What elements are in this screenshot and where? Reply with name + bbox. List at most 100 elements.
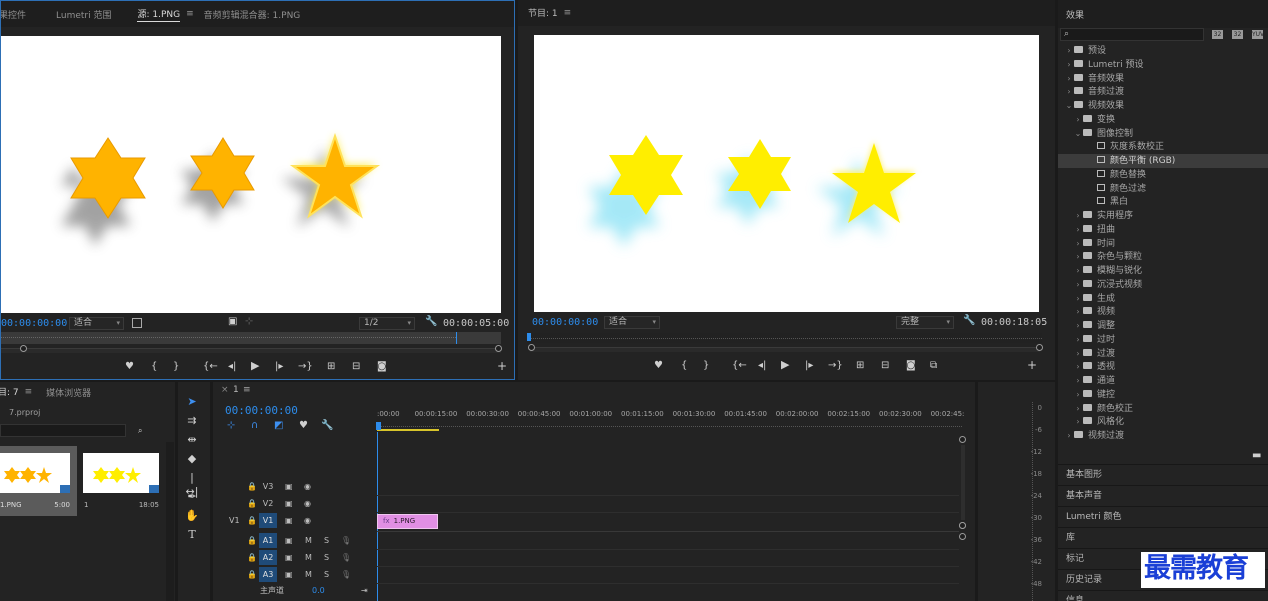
tab-menu-icon[interactable]: ≡ [186,9,194,19]
chevron-right-icon[interactable]: › [1064,85,1074,99]
effects-search-input[interactable]: ⌕ [1060,28,1204,41]
insert-icon[interactable]: ⊞ [327,362,335,372]
lock-icon[interactable]: 🔒 [247,513,257,528]
play-icon[interactable]: ▶ [781,359,789,370]
mark-out-icon[interactable]: } [173,362,179,372]
selection-tool-icon[interactable]: ➤ [185,395,199,409]
track-target-a2[interactable]: A2 [259,550,277,565]
track-target-v2[interactable]: V2 [259,496,277,511]
program-zoom-scrollbar[interactable] [530,347,1040,352]
sync-lock-icon[interactable]: ▣ [285,496,293,511]
sync-lock-icon[interactable]: ▣ [285,567,293,582]
program-zoom-handle[interactable] [528,344,535,351]
tab-sequence[interactable]: 1 [233,385,239,395]
effects-tree-item[interactable]: › 变换 [1058,113,1268,127]
effects-tree-item[interactable]: › 风格化 [1058,415,1268,429]
yuv-effects-icon[interactable]: YUV [1252,30,1264,39]
go-to-in-icon[interactable]: {← [732,361,747,371]
timeline-vscroll-lower-top[interactable] [959,522,966,529]
tab-effect-controls[interactable]: 果控件 [1,8,26,21]
effects-tree-item[interactable]: 颜色平衡 (RGB) [1058,154,1268,168]
master-volume-value[interactable]: 0.0 [312,583,325,598]
chevron-right-icon[interactable]: › [1073,360,1083,374]
wrench-icon[interactable]: 🔧 [425,317,437,327]
effects-tree-item[interactable]: › 过时 [1058,333,1268,347]
mic-icon[interactable]: 🎙 [341,550,351,565]
chevron-right-icon[interactable]: › [1073,415,1083,429]
project-item-1png[interactable]: 1.PNG 5:00 [0,446,77,516]
track-target-a1[interactable]: A1 [259,533,277,548]
panel-essential-graphics[interactable]: 基本图形 [1058,464,1268,484]
lift-icon[interactable]: ⊞ [856,361,864,371]
camera-icon[interactable]: ◙ [377,362,387,372]
program-time-ruler[interactable] [527,333,1042,343]
nest-icon[interactable]: ⊹ [227,421,235,431]
tab-media-browser[interactable]: 媒体浏览器 [46,386,91,399]
mute-button[interactable]: M [305,550,312,565]
sync-lock-icon[interactable]: ▣ [285,533,293,548]
ripple-edit-tool-icon[interactable]: ⇹ [185,433,199,447]
tab-menu-icon[interactable]: ≡ [25,387,33,397]
snap-magnet-icon[interactable]: ∩ [251,421,258,431]
tab-source[interactable]: 源: 1.PNG [137,7,181,22]
chevron-right-icon[interactable]: › [1073,333,1083,347]
lock-icon[interactable]: 🔒 [247,496,257,511]
timeline-timecode[interactable]: 00:00:00:00 [225,404,298,417]
mark-out-icon[interactable]: } [703,361,709,371]
mark-in-icon[interactable]: { [151,362,157,372]
project-item-sequence[interactable]: 1 18:05 [83,446,163,516]
mic-icon[interactable]: 🎙 [341,567,351,582]
add-button-icon[interactable]: + [497,360,507,372]
solo-button[interactable]: S [324,550,329,565]
source-time-ruler[interactable] [1,332,501,344]
program-playhead-timecode[interactable]: 00:00:00:00 [532,317,598,328]
effects-tree-item[interactable]: › 视频过渡 [1058,429,1268,443]
chevron-right-icon[interactable]: › [1073,250,1083,264]
effects-tree-item[interactable]: › 沉浸式视频 [1058,278,1268,292]
chevron-right-icon[interactable]: › [1073,402,1083,416]
tab-program[interactable]: 节目: 1 [528,6,558,20]
effects-tree-item[interactable]: › 时间 [1058,237,1268,251]
effects-tree-item[interactable]: 灰度系数校正 [1058,140,1268,154]
track-select-tool-icon[interactable]: ⇉ [185,414,199,428]
lock-icon[interactable]: 🔒 [247,550,257,565]
timeline-ruler[interactable]: :00:00 00:00:15:00 00:00:30:00 00:00:45:00 0… [376,410,964,432]
effects-tree-item[interactable]: › 调整 [1058,319,1268,333]
hand-tool-icon[interactable]: ✋ [185,509,199,523]
effects-tree-item[interactable]: › 颜色校正 [1058,402,1268,416]
compare-icon[interactable]: ⧉ [930,361,937,371]
effects-tree-item[interactable]: › 生成 [1058,292,1268,306]
lock-icon[interactable]: 🔒 [247,533,257,548]
chevron-right-icon[interactable]: › [1073,113,1083,127]
program-zoom-handle-right[interactable] [1036,344,1043,351]
wrench-icon[interactable]: 🔧 [963,316,975,326]
source-video-frame[interactable] [1,36,501,313]
chevron-right-icon[interactable]: › [1073,305,1083,319]
add-marker-icon[interactable]: ♥ [654,361,663,371]
mic-icon[interactable]: 🎙 [341,533,351,548]
effects-tree-item[interactable]: 颜色过滤 [1058,182,1268,196]
extract-icon[interactable]: ⊟ [881,361,889,371]
chevron-down-icon[interactable]: ⌄ [1064,99,1074,113]
go-to-end-icon[interactable]: ⇥ [361,583,368,598]
chevron-right-icon[interactable]: › [1073,237,1083,251]
drag-video-icon[interactable]: ▣ [228,317,237,327]
program-fit-dropdown[interactable]: 适合 ▾ [604,316,660,329]
source-resolution-dropdown[interactable]: 1/2 ▾ [359,317,415,330]
slip-tool-icon[interactable]: |↔| [185,471,199,498]
effects-panel-title[interactable]: 效果 [1066,8,1084,21]
source-zoom-scrollbar[interactable] [1,348,501,353]
accelerated-effects-icon[interactable]: 32 [1212,30,1223,39]
sync-lock-icon[interactable]: ▣ [285,550,293,565]
chevron-right-icon[interactable]: › [1064,429,1074,443]
effects-tree-item[interactable]: › 过渡 [1058,347,1268,361]
go-to-out-icon[interactable]: →} [298,362,313,372]
lock-icon[interactable]: 🔒 [247,479,257,494]
chevron-right-icon[interactable]: › [1073,347,1083,361]
timeline-vscroll-lower-bottom[interactable] [959,533,966,540]
source-fit-dropdown[interactable]: 适合 ▾ [69,317,124,330]
chevron-right-icon[interactable]: › [1073,292,1083,306]
effects-tree-item[interactable]: › 实用程序 [1058,209,1268,223]
source-zoom-handle-right[interactable] [495,345,502,352]
add-marker-icon[interactable]: ♥ [125,362,134,372]
